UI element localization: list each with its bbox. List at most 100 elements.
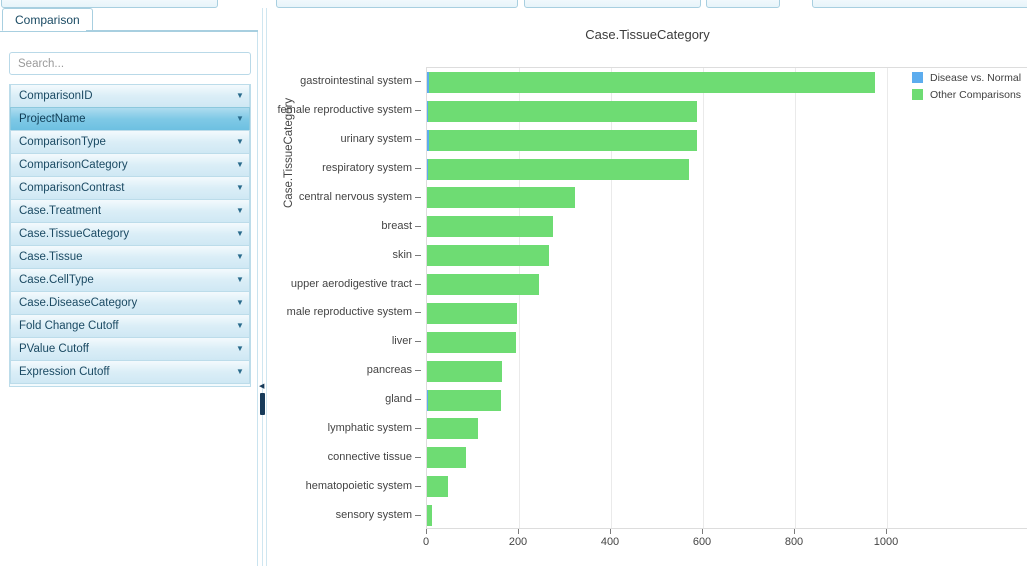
search-box[interactable] (9, 52, 251, 75)
field-row[interactable]: Case.Treatment▼ (10, 199, 250, 223)
chevron-down-icon[interactable]: ▼ (231, 92, 249, 100)
bar-segment[interactable] (427, 332, 516, 353)
field-row-label: ComparisonID (11, 90, 231, 102)
bar-segment[interactable] (427, 476, 448, 497)
field-row[interactable]: ComparisonID▼ (10, 84, 250, 108)
field-row[interactable]: Case.CellType▼ (10, 268, 250, 292)
bar-segment[interactable] (427, 274, 539, 295)
y-axis-tick-label: male reproductive system (287, 305, 412, 319)
left-panel: Comparison ComparisonID▼ProjectName▼Comp… (0, 8, 258, 566)
y-axis-tick-mark (415, 457, 421, 458)
bar-segment[interactable] (427, 505, 432, 526)
tab-strip-filler (86, 30, 258, 31)
plot-area (426, 67, 1027, 529)
y-axis-tick-label: upper aerodigestive tract (291, 277, 412, 291)
y-axis-tick-label: central nervous system (299, 190, 412, 204)
field-row[interactable]: PValue Cutoff▼ (10, 337, 250, 361)
bar-segment[interactable] (427, 187, 575, 208)
application-window: Comparison ComparisonID▼ProjectName▼Comp… (0, 0, 1027, 566)
bar-segment[interactable] (427, 303, 517, 324)
x-axis-tick-mark (610, 529, 611, 534)
y-axis-tick-mark (415, 81, 421, 82)
chevron-down-icon[interactable]: ▼ (231, 253, 249, 261)
y-axis-tick-label: lymphatic system (328, 421, 412, 435)
toolbar-chip-3[interactable] (524, 0, 701, 8)
bar-row[interactable] (427, 476, 1027, 497)
bar-segment[interactable] (427, 361, 502, 382)
field-row[interactable]: Case.DiseaseCategory▼ (10, 291, 250, 315)
y-axis-tick-mark (415, 399, 421, 400)
bar-row[interactable] (427, 187, 1027, 208)
field-row[interactable]: Case.TissueCategory▼ (10, 222, 250, 246)
bar-row[interactable] (427, 332, 1027, 353)
field-row-label: PValue Cutoff (11, 343, 231, 355)
y-axis-tick-mark (415, 110, 421, 111)
y-axis-tick-label: liver (392, 334, 412, 348)
y-axis-tick-label: hematopoietic system (306, 479, 412, 493)
field-row[interactable]: Expression Cutoff▼ (10, 360, 250, 384)
chevron-down-icon[interactable]: ▼ (231, 345, 249, 353)
y-axis-tick-mark (415, 226, 421, 227)
y-axis-tick-mark (415, 486, 421, 487)
field-row[interactable]: ComparisonCategory▼ (10, 153, 250, 177)
bar-segment[interactable] (429, 72, 874, 93)
toolbar-chip-1[interactable] (1, 0, 218, 8)
chevron-down-icon[interactable]: ▼ (231, 322, 249, 330)
search-input[interactable] (10, 53, 250, 74)
field-row[interactable]: Case.Tissue▼ (10, 245, 250, 269)
bar-segment[interactable] (427, 418, 478, 439)
field-row[interactable]: ComparisonContrast▼ (10, 176, 250, 200)
bar-row[interactable] (427, 361, 1027, 382)
bar-row[interactable] (427, 216, 1027, 237)
bar-row[interactable] (427, 418, 1027, 439)
bar-row[interactable] (427, 390, 1027, 411)
y-axis-tick-label: connective tissue (328, 450, 412, 464)
y-axis-tick-mark (415, 139, 421, 140)
x-axis-tick-label: 400 (601, 536, 619, 548)
toolbar-chip-2[interactable] (276, 0, 518, 8)
toolbar-chip-5[interactable] (812, 0, 1027, 8)
bar-row[interactable] (427, 274, 1027, 295)
field-row[interactable]: Fold Change Cutoff▼ (10, 314, 250, 338)
chevron-down-icon[interactable]: ▼ (231, 184, 249, 192)
bar-row[interactable] (427, 130, 1027, 151)
bar-segment[interactable] (428, 390, 501, 411)
x-axis-tick-mark (886, 529, 887, 534)
chevron-down-icon[interactable]: ▼ (231, 138, 249, 146)
bar-segment[interactable] (427, 216, 553, 237)
chevron-down-icon[interactable]: ▼ (231, 207, 249, 215)
tab-comparison-label: Comparison (15, 13, 80, 27)
chevron-down-icon[interactable]: ▼ (231, 230, 249, 238)
y-axis-labels: gastrointestinal systemfemale reproducti… (267, 67, 422, 529)
field-row[interactable]: ComparisonType▼ (10, 130, 250, 154)
collapse-arrow-icon[interactable]: ◀ (259, 382, 264, 390)
chevron-down-icon[interactable]: ▼ (231, 368, 249, 376)
y-axis-tick-mark (415, 312, 421, 313)
bar-row[interactable] (427, 505, 1027, 526)
legend-item[interactable]: Other Comparisons (912, 87, 1027, 102)
field-row-label: ProjectName (11, 113, 231, 125)
bar-series (427, 68, 1027, 530)
bar-segment[interactable] (427, 245, 549, 266)
x-axis-tick-label: 0 (423, 536, 429, 548)
bar-row[interactable] (427, 245, 1027, 266)
bar-row[interactable] (427, 159, 1027, 180)
bar-row[interactable] (427, 303, 1027, 324)
tab-comparison[interactable]: Comparison (2, 8, 93, 31)
chevron-down-icon[interactable]: ▼ (231, 299, 249, 307)
bar-segment[interactable] (429, 130, 696, 151)
y-axis-tick-mark (415, 168, 421, 169)
legend-item[interactable]: Disease vs. Normal (912, 70, 1027, 85)
toolbar-chip-4[interactable] (706, 0, 780, 8)
bar-segment[interactable] (428, 101, 697, 122)
field-row[interactable]: ProjectName▼ (10, 107, 250, 131)
y-axis-tick-mark (415, 197, 421, 198)
chevron-down-icon[interactable]: ▼ (231, 161, 249, 169)
chevron-down-icon[interactable]: ▼ (231, 276, 249, 284)
bar-segment[interactable] (427, 447, 466, 468)
splitter-grip[interactable] (260, 393, 265, 415)
chevron-down-icon[interactable]: ▼ (231, 115, 249, 123)
bar-segment[interactable] (428, 159, 689, 180)
bar-row[interactable] (427, 447, 1027, 468)
x-axis-ticks: 02004006008001000 (426, 529, 1027, 559)
